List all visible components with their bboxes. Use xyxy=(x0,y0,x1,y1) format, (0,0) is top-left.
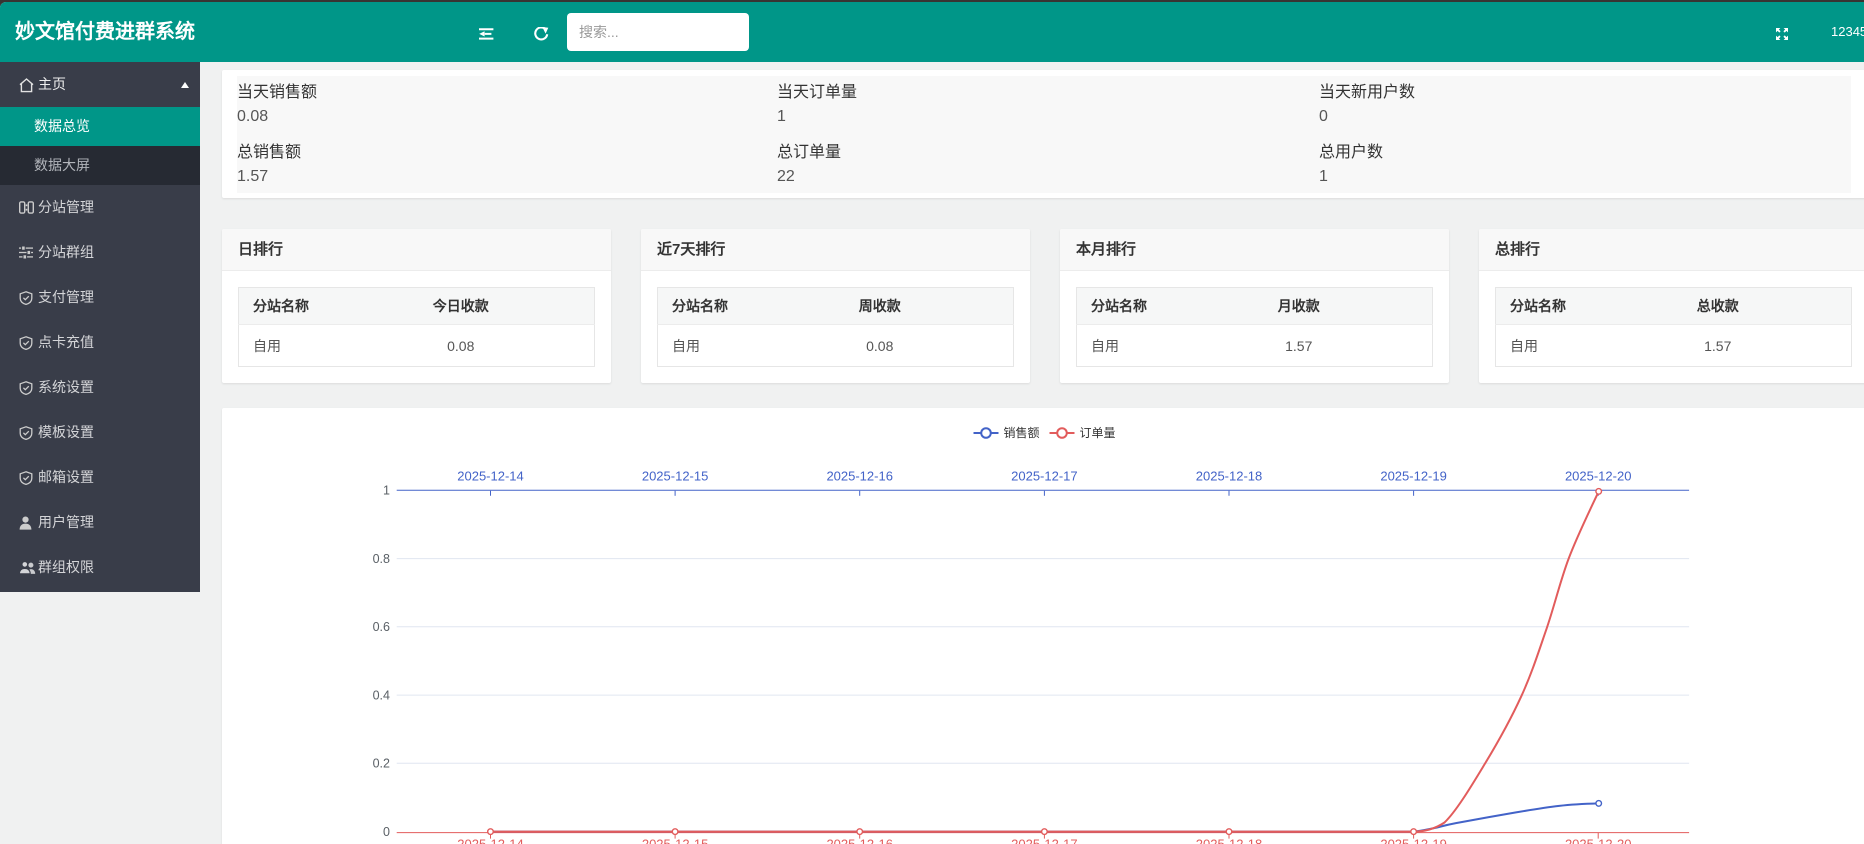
svg-text:2025-12-14: 2025-12-14 xyxy=(457,468,524,483)
svg-text:2025-12-17: 2025-12-17 xyxy=(1011,468,1078,483)
svg-text:2025-12-14: 2025-12-14 xyxy=(457,836,524,844)
svg-text:0: 0 xyxy=(383,825,390,839)
svg-text:2025-12-19: 2025-12-19 xyxy=(1380,836,1447,844)
svg-text:0.2: 0.2 xyxy=(373,757,390,771)
svg-text:订单量: 订单量 xyxy=(1080,426,1116,440)
svg-text:2025-12-16: 2025-12-16 xyxy=(826,836,893,844)
svg-text:2025-12-18: 2025-12-18 xyxy=(1196,836,1263,844)
svg-text:2025-12-20: 2025-12-20 xyxy=(1565,468,1632,483)
svg-text:2025-12-18: 2025-12-18 xyxy=(1196,468,1263,483)
svg-text:2025-12-15: 2025-12-15 xyxy=(642,836,709,844)
svg-text:2025-12-17: 2025-12-17 xyxy=(1011,836,1078,844)
svg-text:0.6: 0.6 xyxy=(373,620,390,634)
svg-text:2025-12-16: 2025-12-16 xyxy=(826,468,893,483)
svg-text:销售额: 销售额 xyxy=(1004,425,1040,440)
svg-text:2025-12-19: 2025-12-19 xyxy=(1380,468,1447,483)
svg-text:0.8: 0.8 xyxy=(373,552,390,566)
svg-text:2025-12-15: 2025-12-15 xyxy=(642,468,709,483)
svg-text:2025-12-20: 2025-12-20 xyxy=(1565,836,1632,844)
svg-text:1: 1 xyxy=(383,484,390,498)
svg-text:0.4: 0.4 xyxy=(373,688,390,702)
